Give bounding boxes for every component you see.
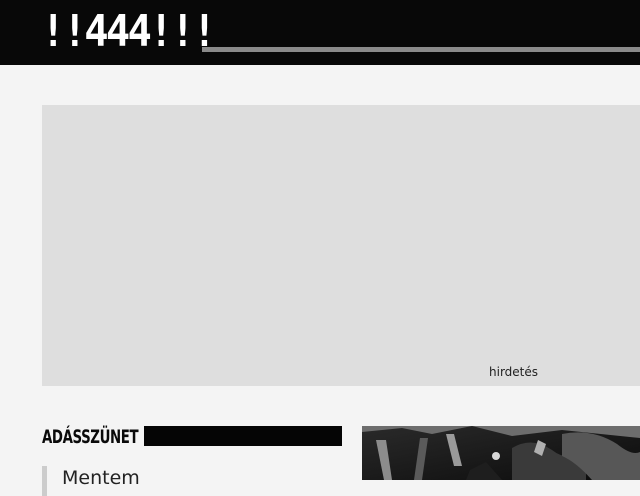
article-photo-image xyxy=(362,426,640,480)
header-divider-line xyxy=(202,47,640,52)
list-item-title[interactable]: Mentem xyxy=(62,466,140,490)
advertisement-banner[interactable] xyxy=(42,105,640,386)
section-title[interactable]: ADÁSSZÜNET xyxy=(42,424,139,450)
section-title-bar xyxy=(144,426,342,446)
site-logo-link[interactable]: !!444!!! xyxy=(41,9,229,55)
list-item[interactable]: Mentem xyxy=(42,466,342,496)
advertisement-label: hirdetés xyxy=(489,365,539,379)
site-logo: !!444!!! xyxy=(41,6,217,57)
article-photo[interactable] xyxy=(362,426,640,480)
list-item-border xyxy=(42,466,47,496)
site-header: !!444!!! xyxy=(0,0,640,65)
